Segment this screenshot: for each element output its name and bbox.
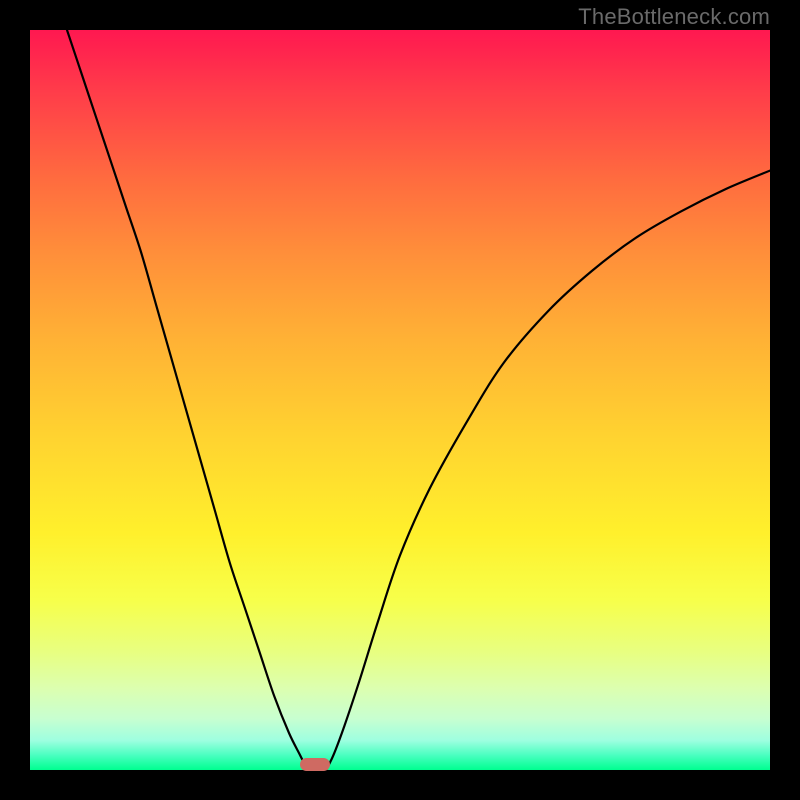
bottleneck-marker [300, 758, 330, 771]
chart-frame: TheBottleneck.com [0, 0, 800, 800]
watermark-text: TheBottleneck.com [578, 4, 770, 30]
plot-area [30, 30, 770, 770]
curve-left-branch [67, 30, 308, 770]
curve-right-branch [326, 171, 770, 770]
curve-svg [30, 30, 770, 770]
